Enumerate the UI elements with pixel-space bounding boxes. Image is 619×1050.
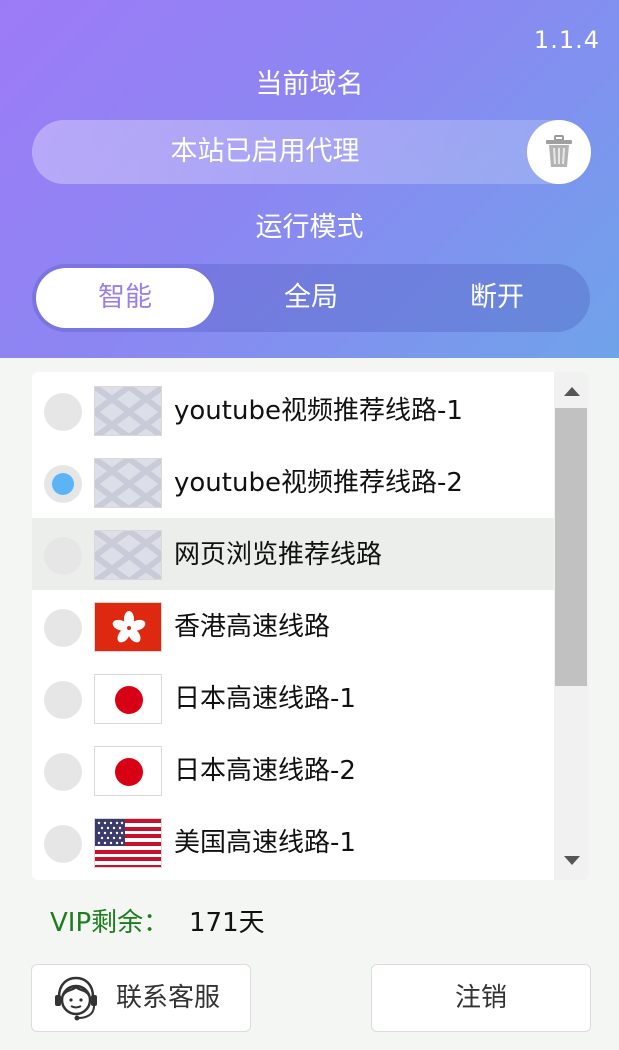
radio-button[interactable] <box>44 753 82 791</box>
trash-icon <box>546 135 572 167</box>
mode-tab-smart[interactable]: 智能 <box>36 268 214 328</box>
list-item[interactable]: 香港高速线路 <box>32 590 554 662</box>
version-label: 1.1.4 <box>533 26 600 54</box>
scroll-thumb[interactable] <box>555 408 587 686</box>
mode-tab-global[interactable]: 全局 <box>218 264 404 332</box>
scroll-up-arrow-icon[interactable] <box>554 376 589 406</box>
list-item[interactable]: 网页浏览推荐线路 <box>32 518 554 590</box>
list-item-label: 日本高速线路-2 <box>174 756 356 786</box>
list-item-label: 香港高速线路 <box>174 612 331 642</box>
radio-button[interactable] <box>44 537 82 575</box>
list-scrollbar[interactable] <box>554 372 589 880</box>
placeholder-flag-icon <box>94 458 162 508</box>
list-item[interactable]: 美国高速线路-1 <box>32 806 554 878</box>
radio-button[interactable] <box>44 681 82 719</box>
list-item-label: youtube视频推荐线路-2 <box>174 468 463 498</box>
list-item-label: 网页浏览推荐线路 <box>174 540 383 570</box>
mode-section-label: 运行模式 <box>255 212 364 243</box>
domain-section-label: 当前域名 <box>255 69 364 100</box>
list-item-label: youtube视频推荐线路-1 <box>174 396 463 426</box>
list-item[interactable]: youtube视频推荐线路-1 <box>32 374 554 446</box>
list-item-label: 日本高速线路-1 <box>174 684 356 714</box>
header: 1.1.4 当前域名 本站已启用代理 运行模式 智能 全局 断开 <box>0 0 619 358</box>
list-item-label: 美国高速线路-1 <box>174 828 356 858</box>
domain-display: 本站已启用代理 <box>32 120 591 184</box>
mode-switch: 智能 全局 断开 <box>32 264 590 332</box>
radio-button[interactable] <box>44 393 82 431</box>
radio-button-checked[interactable] <box>44 465 82 503</box>
scroll-down-arrow-icon[interactable] <box>554 846 589 876</box>
delete-domain-button[interactable] <box>527 120 591 184</box>
japan-flag-icon <box>94 746 162 796</box>
contact-support-button[interactable]: 联系客服 <box>31 964 251 1032</box>
placeholder-flag-icon <box>94 530 162 580</box>
contact-support-label: 联系客服 <box>116 983 221 1013</box>
list-item[interactable]: 日本高速线路-2 <box>32 734 554 806</box>
vip-remaining-days: 171天 <box>189 908 265 938</box>
list-item[interactable]: youtube视频推荐线路-2 <box>32 446 554 518</box>
radio-button[interactable] <box>44 825 82 863</box>
usa-flag-icon <box>94 818 162 868</box>
hong-kong-flag-icon <box>94 602 162 652</box>
server-list: youtube视频推荐线路-1 youtube视频推荐线路-2 网页浏览推荐线路 <box>32 372 589 880</box>
radio-button[interactable] <box>44 609 82 647</box>
logout-button[interactable]: 注销 <box>371 964 591 1032</box>
list-item[interactable]: 日本高速线路-1 <box>32 662 554 734</box>
domain-value: 本站已启用代理 <box>170 136 360 167</box>
japan-flag-icon <box>94 674 162 724</box>
customer-service-icon <box>55 976 97 1021</box>
mode-tab-disconnect[interactable]: 断开 <box>404 264 590 332</box>
placeholder-flag-icon <box>94 386 162 436</box>
vip-remaining-label: VIP剩余： <box>50 908 170 938</box>
